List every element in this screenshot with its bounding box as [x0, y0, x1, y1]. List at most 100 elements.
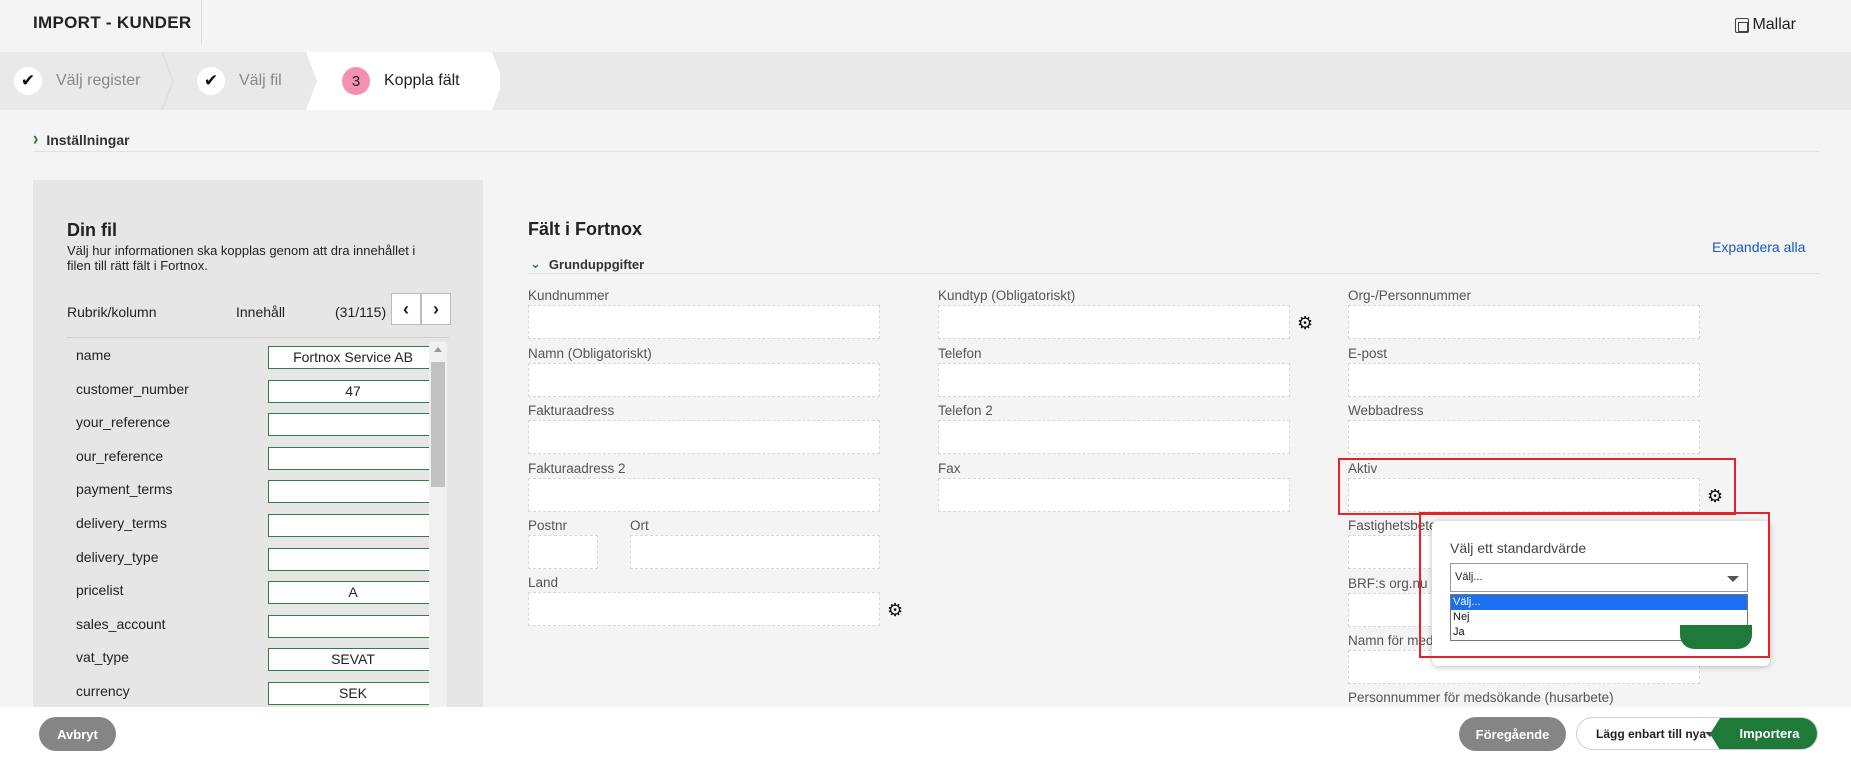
import-mode-label: Lägg enbart till nya — [1596, 726, 1707, 741]
title-divider — [201, 0, 202, 44]
field-label: Org-/Personnummer — [1348, 288, 1472, 303]
column-value[interactable] — [268, 513, 438, 537]
settings-toggle[interactable]: › Inställningar — [33, 129, 130, 150]
column-value[interactable]: 47 — [268, 379, 438, 403]
kundnummer-dropzone[interactable] — [528, 305, 880, 339]
previous-record-button[interactable]: ‹ — [391, 293, 421, 325]
file-column-row[interactable]: pricelist A — [67, 575, 438, 609]
telefon-dropzone[interactable] — [938, 363, 1290, 397]
check-icon: ✔ — [197, 67, 225, 95]
step-koppla-falt[interactable]: 3 Koppla fält — [342, 52, 460, 110]
fakturaadress-dropzone[interactable] — [528, 420, 880, 454]
chevron-left-icon: ‹ — [403, 298, 409, 319]
column-value[interactable]: SEK — [268, 681, 438, 705]
land-dropzone[interactable] — [528, 592, 880, 626]
templates-icon — [1735, 17, 1750, 33]
expand-all-link[interactable]: Expandera alla — [1712, 239, 1805, 255]
file-column-row[interactable]: currency SEK — [67, 676, 438, 710]
field-label: Land — [528, 575, 559, 590]
webbadress-dropzone[interactable] — [1348, 420, 1700, 454]
file-column-row[interactable]: customer_number 47 — [67, 374, 438, 408]
column-name: name — [76, 347, 112, 363]
column-name: currency — [76, 682, 130, 699]
kundtyp-dropzone[interactable] — [938, 305, 1290, 339]
postnr-dropzone[interactable] — [528, 535, 598, 569]
import-button[interactable]: Importera — [1710, 718, 1817, 749]
column-value[interactable] — [268, 413, 438, 437]
top-bar: IMPORT - KUNDER Mallar — [0, 0, 1851, 52]
check-icon: ✔ — [14, 67, 42, 95]
field-label: Fax — [938, 461, 961, 476]
step-number: 3 — [342, 67, 370, 95]
previous-button[interactable]: Föregående — [1459, 717, 1566, 751]
field-label: Fakturaadress — [528, 403, 615, 418]
column-value[interactable] — [268, 547, 438, 571]
file-column-row[interactable]: delivery_type — [67, 542, 438, 576]
column-name: delivery_type — [76, 548, 159, 565]
chevron-down-icon: ⌄ — [530, 256, 541, 271]
orgnr-dropzone[interactable] — [1348, 305, 1700, 339]
column-name: delivery_terms — [76, 514, 168, 531]
divider — [67, 337, 449, 338]
ort-dropzone[interactable] — [630, 535, 880, 569]
column-value[interactable] — [268, 446, 438, 470]
step-valj-register[interactable]: ✔ Välj register — [14, 52, 140, 110]
field-label: Ort — [630, 518, 649, 533]
column-value[interactable]: Fortnox Service AB — [268, 346, 438, 369]
file-column-row[interactable]: delivery_terms — [67, 508, 438, 542]
field-label: Namn (Obligatoriskt) — [528, 346, 652, 361]
field-label: Kundtyp (Obligatoriskt) — [938, 288, 1076, 303]
record-count: (31/115) — [335, 304, 387, 320]
gear-icon[interactable]: ⚙ — [1297, 314, 1313, 332]
divider — [528, 273, 1819, 274]
templates-button[interactable]: Mallar — [1735, 16, 1796, 34]
import-mode-dropdown[interactable]: Lägg enbart till nya — [1577, 718, 1720, 749]
fax-dropzone[interactable] — [938, 478, 1290, 512]
templates-label: Mallar — [1752, 16, 1796, 33]
telefon2-dropzone[interactable] — [938, 420, 1290, 454]
column-list-scrollbar[interactable] — [429, 342, 447, 712]
field-label: Personnummer för medsökande (husarbete) — [1348, 690, 1614, 705]
file-column-row[interactable]: vat_type SEVAT — [67, 642, 438, 676]
next-record-button[interactable]: › — [421, 293, 451, 325]
field-label: Postnr — [528, 518, 568, 533]
column-name: your_reference — [76, 414, 171, 431]
step-label: Koppla fält — [384, 72, 460, 89]
scroll-thumb[interactable] — [431, 362, 445, 487]
field-label: Kundnummer — [528, 288, 610, 303]
section-toggle-grunduppgifter[interactable]: ⌄ Grunduppgifter — [530, 256, 644, 272]
column-value[interactable]: SEVAT — [268, 648, 438, 672]
file-panel-description: Välj hur informationen ska kopplas genom… — [67, 243, 416, 273]
file-column-row[interactable]: name Fortnox Service AB — [67, 340, 438, 374]
namn-dropzone[interactable] — [528, 363, 880, 397]
settings-label: Inställningar — [46, 132, 130, 148]
field-label: Fakturaadress 2 — [528, 461, 626, 476]
file-column-row[interactable]: payment_terms — [67, 474, 438, 508]
column-value[interactable] — [268, 480, 438, 504]
file-column-row[interactable]: our_reference — [67, 441, 438, 475]
content-header: Innehåll — [236, 304, 286, 320]
import-split-button: Lägg enbart till nya Importera — [1576, 717, 1818, 750]
cancel-button[interactable]: Avbryt — [39, 717, 116, 751]
scroll-up-arrow-icon[interactable] — [434, 347, 442, 352]
file-panel-title: Din fil — [67, 220, 117, 240]
fortnox-fields-title: Fält i Fortnox — [528, 219, 642, 239]
highlight-popover — [1419, 512, 1770, 658]
column-value[interactable]: A — [268, 581, 438, 605]
highlight-aktiv — [1338, 458, 1736, 515]
step-label: Välj fil — [239, 72, 282, 89]
column-name: pricelist — [76, 582, 124, 599]
chevron-right-icon: › — [433, 298, 439, 319]
file-column-row[interactable]: your_reference — [67, 407, 438, 441]
gear-icon[interactable]: ⚙ — [887, 601, 903, 619]
file-column-row[interactable]: sales_account — [67, 609, 438, 643]
divider — [33, 151, 1819, 152]
column-name: sales_account — [76, 615, 166, 632]
chevron-right-icon: › — [33, 129, 39, 150]
step-label: Välj register — [56, 72, 141, 89]
field-label: Telefon 2 — [938, 403, 993, 418]
fakturaadress2-dropzone[interactable] — [528, 478, 880, 512]
step-valj-fil[interactable]: ✔ Välj fil — [197, 52, 282, 110]
epost-dropzone[interactable] — [1348, 363, 1700, 397]
column-value[interactable] — [268, 614, 438, 638]
